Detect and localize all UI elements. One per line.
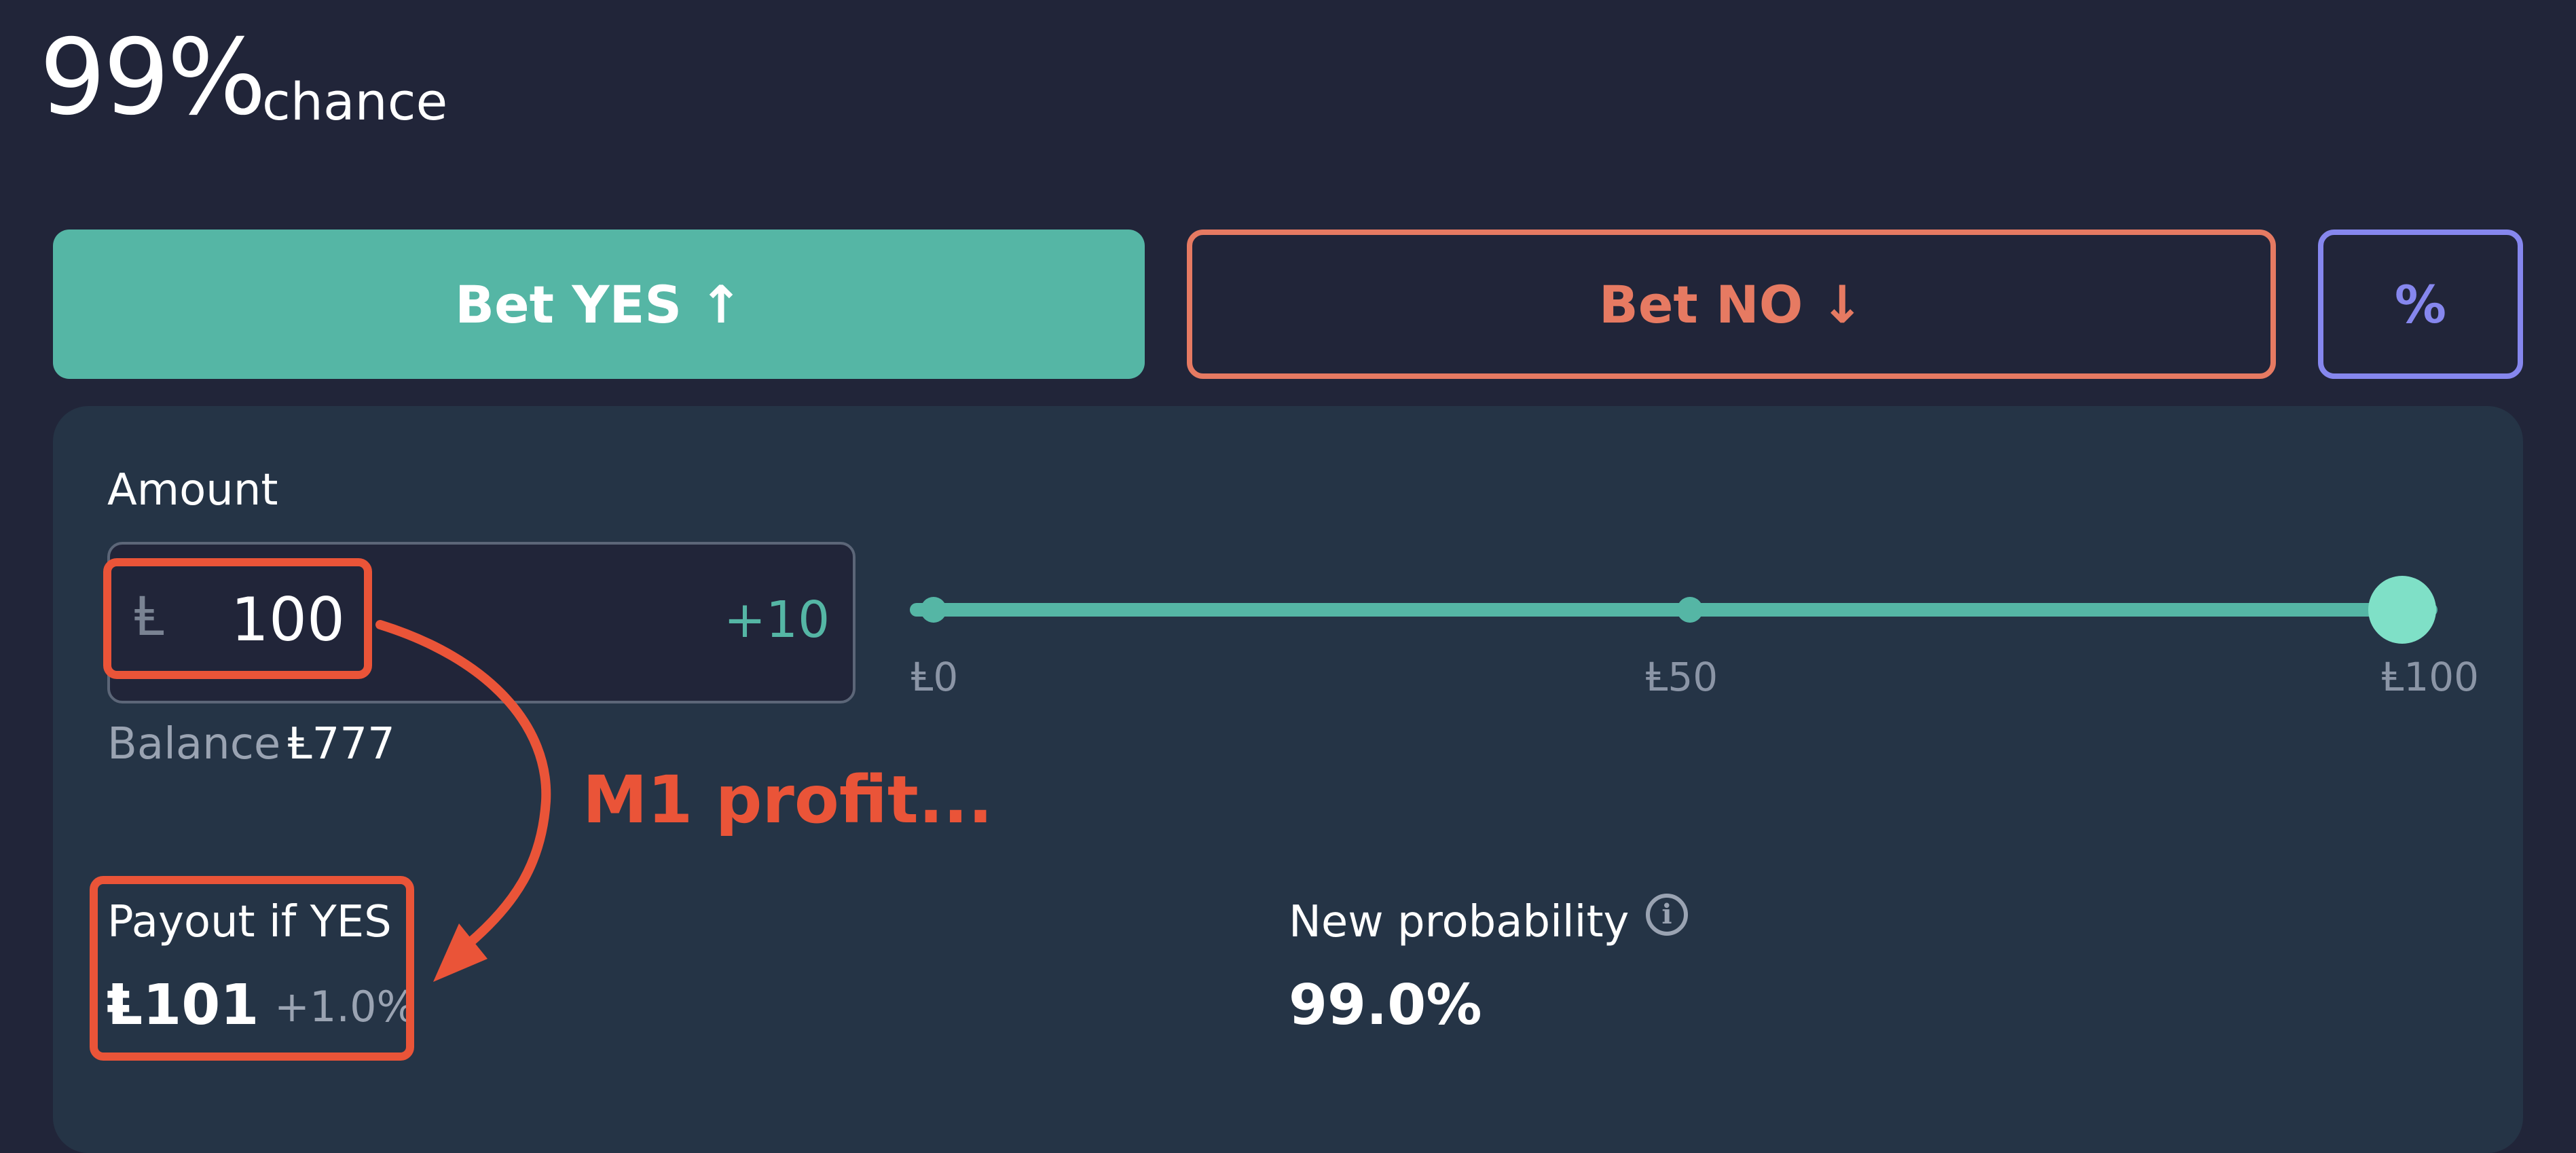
annotation-arrow	[375, 620, 551, 982]
